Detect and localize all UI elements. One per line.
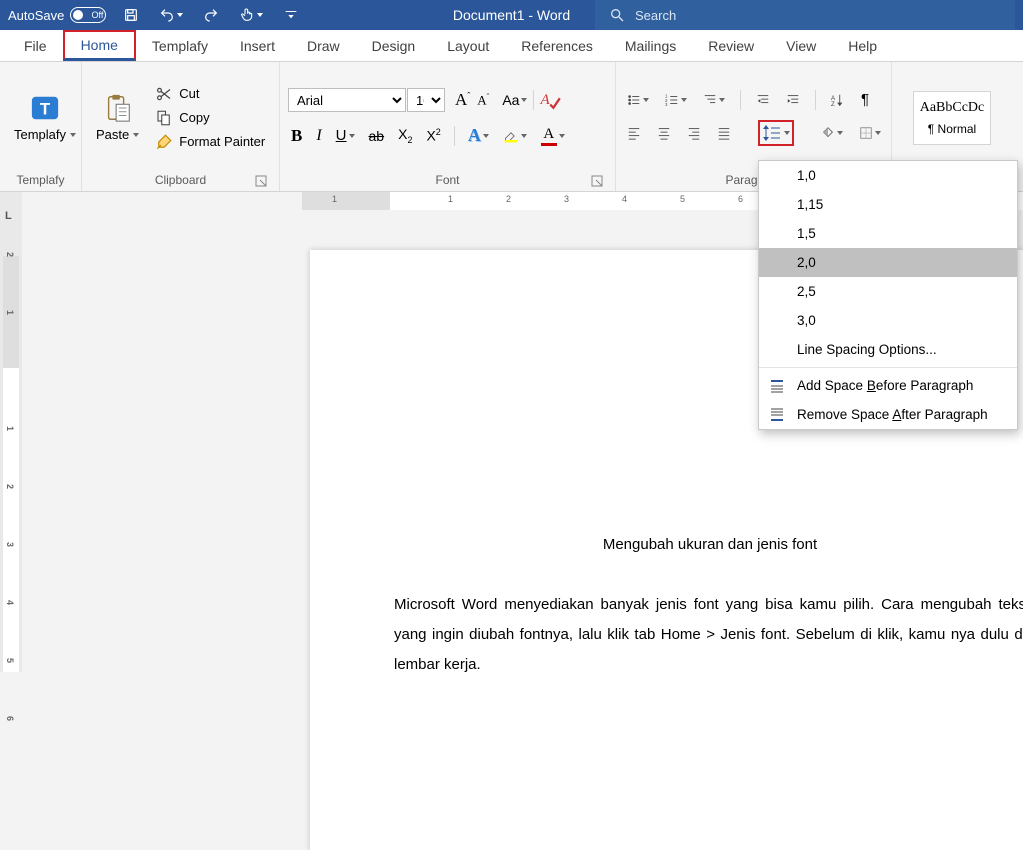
group-label-font: Font xyxy=(288,169,607,191)
touch-mode-icon[interactable] xyxy=(236,5,266,25)
align-center-icon[interactable] xyxy=(654,124,674,142)
vertical-ruler: L 21123456 xyxy=(0,192,22,672)
paste-button[interactable]: Paste xyxy=(90,89,145,146)
numbering-icon[interactable]: 123 xyxy=(662,91,690,109)
tab-templafy[interactable]: Templafy xyxy=(136,30,224,61)
line-spacing-options[interactable]: Line Spacing Options... xyxy=(759,335,1017,364)
templafy-button[interactable]: T Templafy xyxy=(8,89,82,146)
spacing-1-5[interactable]: 1,5 xyxy=(759,219,1017,248)
tab-file[interactable]: File xyxy=(8,30,63,61)
add-space-before[interactable]: Add Space Before Paragraph xyxy=(759,371,1017,400)
search-icon xyxy=(609,7,625,23)
justify-icon[interactable] xyxy=(714,124,734,142)
redo-icon[interactable] xyxy=(200,5,222,25)
qat-customize-icon[interactable] xyxy=(280,5,302,25)
text-effects-icon[interactable]: A xyxy=(465,123,492,148)
change-case-icon[interactable]: Aa xyxy=(499,90,530,110)
tab-references[interactable]: References xyxy=(505,30,609,61)
svg-text:Z: Z xyxy=(831,101,835,107)
cut-button[interactable]: Cut xyxy=(155,85,265,103)
search-input[interactable] xyxy=(635,8,1001,23)
increase-indent-icon[interactable] xyxy=(783,91,803,109)
underline-button[interactable]: U xyxy=(333,125,358,146)
superscript-button[interactable]: X2 xyxy=(423,125,443,146)
shading-icon[interactable] xyxy=(818,124,846,142)
save-icon[interactable] xyxy=(120,5,142,25)
clear-formatting-icon[interactable]: A xyxy=(537,87,565,113)
group-label-templafy: Templafy xyxy=(8,169,73,191)
spacing-1-0[interactable]: 1,0 xyxy=(759,161,1017,190)
title-bar: AutoSave Off Document1 - Word xyxy=(0,0,1023,30)
tab-mailings[interactable]: Mailings xyxy=(609,30,692,61)
multilevel-list-icon[interactable] xyxy=(700,91,728,109)
spacing-3-0[interactable]: 3,0 xyxy=(759,306,1017,335)
font-launcher-icon[interactable] xyxy=(591,175,605,189)
italic-button[interactable]: I xyxy=(313,125,324,147)
font-color-icon[interactable]: A xyxy=(538,124,568,148)
search-box[interactable] xyxy=(595,0,1015,30)
document-title: Document1 - Word xyxy=(453,7,570,23)
tab-insert[interactable]: Insert xyxy=(224,30,291,61)
remove-space-after-icon xyxy=(769,407,785,423)
copy-button[interactable]: Copy xyxy=(155,109,265,127)
autosave-toggle[interactable]: AutoSave Off xyxy=(8,7,106,23)
decrease-font-icon[interactable]: Aˇ xyxy=(474,90,492,110)
tab-draw[interactable]: Draw xyxy=(291,30,356,61)
increase-font-icon[interactable]: Aˆ xyxy=(452,88,473,112)
ribbon-tabs: File Home Templafy Insert Draw Design La… xyxy=(0,30,1023,62)
remove-space-after[interactable]: Remove Space After Paragraph xyxy=(759,400,1017,429)
tab-home[interactable]: Home xyxy=(63,30,136,61)
format-painter-button[interactable]: Format Painter xyxy=(155,133,265,151)
borders-icon[interactable] xyxy=(856,124,884,142)
highlight-icon[interactable] xyxy=(500,126,530,146)
bold-button[interactable]: B xyxy=(288,124,305,148)
svg-text:T: T xyxy=(40,100,51,119)
group-clipboard: Paste Cut Copy Format Painter Clipboard xyxy=(82,62,280,191)
line-spacing-icon xyxy=(762,124,782,142)
sort-icon[interactable]: AZ xyxy=(828,91,848,109)
line-spacing-button[interactable] xyxy=(758,120,794,146)
tab-view[interactable]: View xyxy=(770,30,832,61)
spacing-2-0[interactable]: 2,0 xyxy=(759,248,1017,277)
tab-help[interactable]: Help xyxy=(832,30,893,61)
subscript-button[interactable]: X2 xyxy=(395,124,415,147)
tab-layout[interactable]: Layout xyxy=(431,30,505,61)
spacing-2-5[interactable]: 2,5 xyxy=(759,277,1017,306)
tab-design[interactable]: Design xyxy=(356,30,432,61)
align-left-icon[interactable] xyxy=(624,124,644,142)
font-size-select[interactable]: 10 xyxy=(407,88,445,112)
decrease-indent-icon[interactable] xyxy=(753,91,773,109)
bullets-icon[interactable] xyxy=(624,91,652,109)
style-normal[interactable]: AaBbCcDc ¶ Normal xyxy=(913,91,992,145)
scissors-icon xyxy=(155,85,173,103)
add-space-before-icon xyxy=(769,378,785,394)
line-spacing-dropdown: 1,0 1,15 1,5 2,0 2,5 3,0 Line Spacing Op… xyxy=(758,160,1018,430)
group-font: Arial 10 Aˆ Aˇ Aa A B I U ab X2 X2 A xyxy=(280,62,616,191)
paintbrush-icon xyxy=(155,133,173,151)
quick-access-toolbar xyxy=(120,5,302,25)
document-heading: Mengubah ukuran dan jenis font xyxy=(394,530,1023,560)
align-right-icon[interactable] xyxy=(684,124,704,142)
clipboard-launcher-icon[interactable] xyxy=(255,175,269,189)
show-marks-icon[interactable]: ¶ xyxy=(858,89,872,110)
spacing-1-15[interactable]: 1,15 xyxy=(759,190,1017,219)
font-name-select[interactable]: Arial xyxy=(288,88,406,112)
svg-text:3: 3 xyxy=(665,102,668,107)
copy-icon xyxy=(155,109,173,127)
strikethrough-button[interactable]: ab xyxy=(366,126,388,146)
group-label-clipboard: Clipboard xyxy=(90,169,271,191)
undo-icon[interactable] xyxy=(156,5,186,25)
document-paragraph: Microsoft Word menyediakan banyak jenis … xyxy=(394,590,1023,680)
tab-review[interactable]: Review xyxy=(692,30,770,61)
group-templafy: T Templafy Templafy xyxy=(0,62,82,191)
